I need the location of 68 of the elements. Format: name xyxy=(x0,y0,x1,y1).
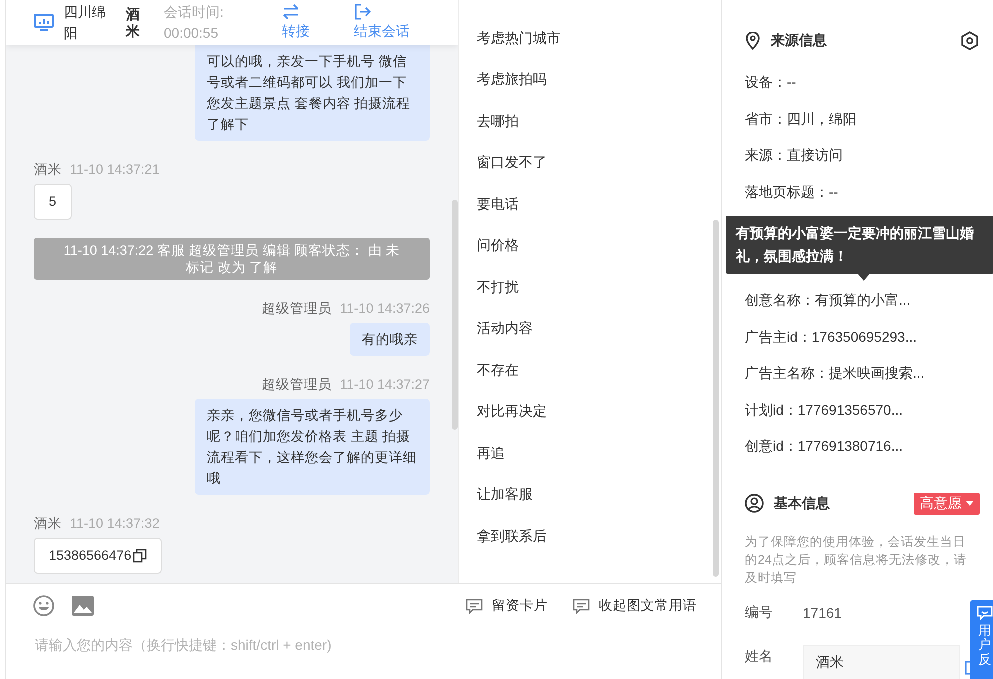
monitor-icon xyxy=(34,14,54,32)
collapse-phrases-button[interactable]: 收起图文常用语 xyxy=(573,597,697,615)
tooltip: 有预算的小富婆一定要冲的丽江雪山婚礼，氛围感拉满！ xyxy=(726,216,993,281)
customer-location: 四川绵阳 xyxy=(64,2,107,42)
info-row-text: 来源：直接访问 xyxy=(745,146,844,165)
quick-phrase[interactable]: 拿到联系后 xyxy=(459,516,721,558)
info-row-text: 广告主id：176350695293... xyxy=(745,328,918,346)
quick-phrase[interactable]: 考虑旅拍吗 xyxy=(459,60,721,101)
feedback-button[interactable]: 用户反 xyxy=(970,600,993,679)
quick-phrase[interactable]: 问价格 xyxy=(459,226,721,267)
message-icon xyxy=(466,598,483,614)
sender-name: 酒米 xyxy=(34,161,62,179)
info-row-text: 广告主名称：提米映画搜索... xyxy=(745,364,926,383)
customer-message: 15386566476 xyxy=(34,538,162,574)
system-notice: 11-10 14:37:22 客服 超级管理员 编辑 顾客状态： 由 未标记 改为 了解 xyxy=(34,238,430,280)
info-row-text: 省市：四川，绵阳 xyxy=(745,110,858,128)
name-field[interactable]: 酒米 xyxy=(803,644,960,679)
session-time: 会话时间: 00:00:55 xyxy=(164,2,225,42)
quick-phrase[interactable]: 让加客服 xyxy=(459,474,721,516)
quick-phrase[interactable]: 对比再决定 xyxy=(459,392,721,433)
info-row-text: 创意名称：有预算的小富... xyxy=(745,291,912,310)
info-row-text: 创意id：177691380716... xyxy=(745,437,904,456)
customer-message: 5 xyxy=(34,184,72,220)
message-input[interactable]: 请输入您的内容（换行快捷键：shift/ctrl + enter) xyxy=(33,636,537,654)
intent-dropdown[interactable]: 高意愿 xyxy=(914,492,980,514)
info-row-text: 计划id：177691356570... xyxy=(745,400,904,420)
message-icon xyxy=(573,598,590,614)
section-title: 基本信息 xyxy=(774,494,830,512)
location-pin-icon xyxy=(745,32,761,50)
tooltip-pointer xyxy=(858,274,870,281)
image-icon[interactable] xyxy=(72,596,94,616)
message-time: 11-10 14:37:32 xyxy=(70,515,160,533)
section-title: 来源信息 xyxy=(771,32,827,50)
quick-phrase[interactable]: 再追 xyxy=(459,433,721,474)
agent-message: 亲亲，您微信号或者手机号多少呢？咱们加您发价格表 主题 拍摄流程看下，这样您会了解的更详细哦 xyxy=(195,399,430,495)
agent-message: 有的哦亲 xyxy=(350,323,430,356)
sender-name: 超级管理员 xyxy=(262,300,332,318)
quick-phrase[interactable]: 考虑热门城市 xyxy=(459,18,721,60)
notice-text: 为了保障您的使用体验，会话发生当日的24点之后，顾客信息将无法修改，请及时填写 xyxy=(745,534,968,586)
swap-icon xyxy=(282,4,300,20)
quick-phrase[interactable]: 不打扰 xyxy=(459,267,721,308)
user-icon xyxy=(745,494,764,513)
message-time: 11-10 14:37:21 xyxy=(70,161,160,179)
quick-phrase[interactable]: 要电话 xyxy=(459,184,721,226)
info-row-text: 设备：-- xyxy=(745,73,798,92)
message-time: 11-10 14:37:27 xyxy=(340,376,430,394)
agent-message: 可以的哦，亲发一下手机号 微信号或者二维码都可以 我们加一下您发主题景点 套餐内容 拍摄流程了解下 xyxy=(195,45,430,141)
settings-icon[interactable] xyxy=(960,31,980,51)
copy-icon[interactable] xyxy=(132,549,147,563)
caret-icon xyxy=(966,500,974,506)
quick-phrase[interactable]: 去哪拍 xyxy=(459,101,721,142)
field-label: 编号 xyxy=(745,604,774,622)
quick-phrase[interactable]: 窗口发不了 xyxy=(459,142,721,184)
message-time: 11-10 14:37:26 xyxy=(340,300,430,318)
message-icon xyxy=(977,606,993,620)
scrollbar[interactable] xyxy=(452,200,458,430)
scrollbar[interactable] xyxy=(713,220,719,577)
emoji-icon[interactable] xyxy=(33,595,55,617)
sender-name: 酒米 xyxy=(34,515,62,533)
exit-icon xyxy=(354,4,372,20)
field-value: 17161 xyxy=(803,604,842,620)
sender-name: 超级管理员 xyxy=(262,376,332,394)
field-label: 姓名 xyxy=(745,648,774,666)
quick-phrase[interactable]: 活动内容 xyxy=(459,308,721,350)
lead-card-button[interactable]: 留资卡片 xyxy=(466,597,548,615)
quick-phrase[interactable]: 不存在 xyxy=(459,350,721,392)
info-row-text: 落地页标题：-- xyxy=(745,182,840,202)
customer-name: 酒米 xyxy=(126,6,141,40)
